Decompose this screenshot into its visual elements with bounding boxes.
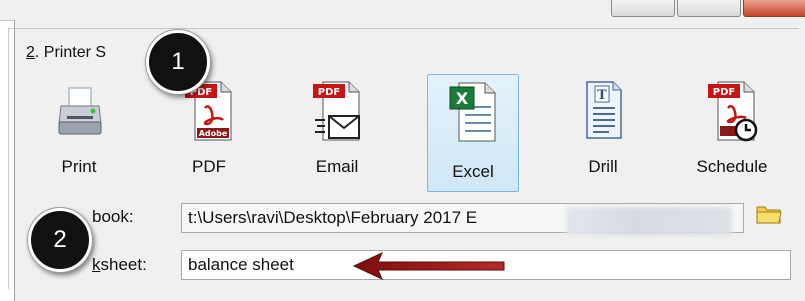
worksheet-label: ksheet: xyxy=(92,255,147,275)
drill-button[interactable]: T Drill xyxy=(558,74,648,190)
step-callout-2: 2 xyxy=(28,208,92,272)
excel-button[interactable]: X Excel xyxy=(427,74,519,192)
redacted-region xyxy=(566,207,732,235)
red-arrow-annotation xyxy=(352,251,505,280)
pdf-label: PDF xyxy=(192,157,226,176)
drill-document-icon: T xyxy=(586,81,622,139)
svg-text:Adobe: Adobe xyxy=(199,129,228,138)
worksheet-label-mnemonic: k xyxy=(92,255,101,274)
step-callout-1: 1 xyxy=(146,30,210,94)
section-number: 2 xyxy=(26,44,35,61)
drill-label: Drill xyxy=(588,157,618,176)
pdf-email-icon: PDF xyxy=(313,81,360,141)
screenshot-frame: 2. Printer Sn Print PDF Adobe PDF xyxy=(0,0,805,301)
excel-label: Excel xyxy=(452,162,494,181)
email-button[interactable]: PDF Email xyxy=(292,74,382,190)
svg-text:T: T xyxy=(597,88,607,103)
print-label: Print xyxy=(61,157,97,176)
folder-icon xyxy=(756,206,782,224)
maximize-button[interactable] xyxy=(677,0,741,17)
close-button[interactable] xyxy=(743,0,805,17)
browse-folder-button[interactable] xyxy=(754,201,784,227)
printer-icon xyxy=(58,87,102,135)
pdf-schedule-icon: PDF xyxy=(708,81,758,142)
workbook-label: book: xyxy=(92,207,134,226)
section-title-text: . Printer S xyxy=(34,44,107,61)
email-label: Email xyxy=(315,157,359,176)
print-button[interactable]: Print xyxy=(34,74,124,190)
worksheet-label-text: sheet: xyxy=(100,255,147,274)
schedule-button[interactable]: PDF Schedule xyxy=(687,74,777,190)
excel-icon: X xyxy=(449,82,496,142)
schedule-label: Schedule xyxy=(696,157,768,176)
window-title-bar xyxy=(0,0,805,21)
svg-text:X: X xyxy=(456,89,469,108)
minimize-button[interactable] xyxy=(611,0,675,17)
svg-text:PDF: PDF xyxy=(713,87,735,98)
svg-text:PDF: PDF xyxy=(318,87,340,98)
